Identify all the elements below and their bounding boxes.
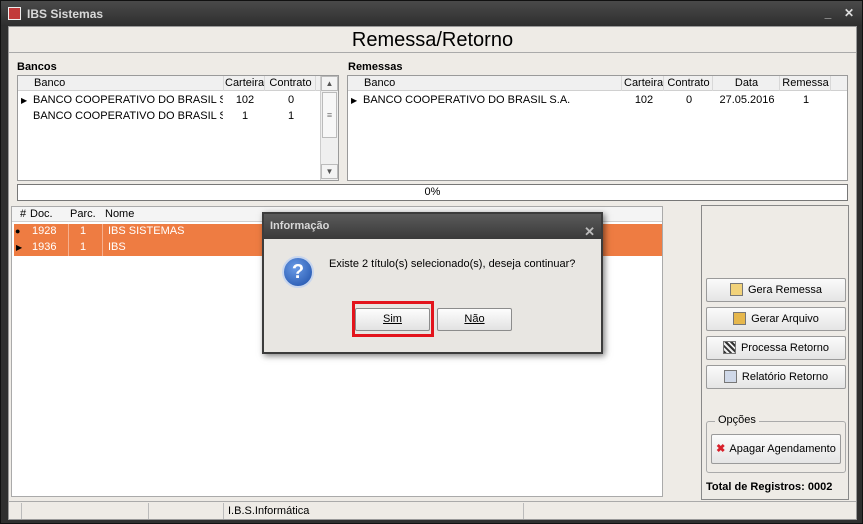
bancos-col-banco[interactable]: Banco <box>32 76 224 91</box>
status-pane-4 <box>523 503 856 519</box>
carteira-cell: 102 <box>634 94 654 106</box>
titulos-col-hash[interactable]: # <box>20 207 30 222</box>
delete-icon: ✖ <box>716 443 726 455</box>
table-row[interactable]: ▶ BANCO COOPERATIVO DO BRASIL S 102 0 <box>18 93 318 109</box>
contrato-cell: 0 <box>685 94 693 106</box>
row-pointer-icon: ▶ <box>351 96 358 105</box>
processa-retorno-label: Processa Retorno <box>740 342 830 354</box>
remessas-col-carteira[interactable]: Carteira <box>624 76 664 91</box>
apagar-agendamento-button[interactable]: ✖ Apagar Agendamento <box>711 434 841 464</box>
document-icon <box>730 283 743 296</box>
contrato-cell: 1 <box>287 110 295 122</box>
banco-cell: BANCO COOPERATIVO DO BRASIL S <box>33 110 223 122</box>
question-icon: ? <box>282 256 314 288</box>
close-button[interactable]: ✕ <box>842 6 856 20</box>
table-row[interactable]: BANCO COOPERATIVO DO BRASIL S 1 1 <box>18 109 318 125</box>
bancos-scrollbar[interactable]: ▲ ≡ ▼ <box>320 76 338 180</box>
total-registros: Total de Registros: 0002 <box>706 481 833 493</box>
scroll-thumb[interactable]: ≡ <box>322 92 337 138</box>
gerar-arquivo-button[interactable]: Gerar Arquivo <box>706 307 846 331</box>
gera-remessa-label: Gera Remessa <box>748 284 822 296</box>
parc-cell: 1 <box>80 225 87 237</box>
highlight-box <box>352 301 434 337</box>
remessas-label: Remessas <box>348 61 403 73</box>
remessas-header: Banco Carteira Contrato Data Remessa <box>348 76 847 91</box>
parc-cell: 1 <box>80 241 87 253</box>
cell-separator <box>102 240 103 256</box>
scroll-down-icon[interactable]: ▼ <box>321 164 338 179</box>
window-title: IBS Sistemas <box>27 7 104 21</box>
relatorio-retorno-label: Relatório Retorno <box>741 371 829 383</box>
barcode-icon <box>722 341 736 354</box>
bancos-header: Banco Carteira Contrato <box>18 76 338 91</box>
printer-icon <box>723 370 737 383</box>
remessas-col-banco[interactable]: Banco <box>362 76 622 91</box>
nao-button[interactable]: Não <box>437 308 512 331</box>
dialog-title-bar[interactable]: Informação ✕ <box>264 214 601 239</box>
nao-label: Não <box>464 313 485 325</box>
remessas-col-contrato[interactable]: Contrato <box>665 76 713 91</box>
remessas-col-remessa[interactable]: Remessa <box>781 76 831 91</box>
dialog-title: Informação <box>270 220 330 232</box>
main-window: IBS Sistemas _ ✕ Remessa/Retorno Bancos … <box>0 0 863 524</box>
doc-cell: 1936 <box>32 241 57 253</box>
cell-separator <box>102 224 103 240</box>
status-bar: I.B.S.Informática <box>9 501 856 519</box>
dialog-message: Existe 2 título(s) selecionado(s), desej… <box>329 258 576 270</box>
gera-remessa-button[interactable]: Gera Remessa <box>706 278 846 302</box>
status-pane-2 <box>148 503 223 519</box>
bancos-label: Bancos <box>17 61 57 73</box>
scroll-up-icon[interactable]: ▲ <box>321 76 338 91</box>
titulos-col-parc[interactable]: Parc. <box>70 207 100 222</box>
remessas-col-data[interactable]: Data <box>714 76 780 91</box>
opcoes-legend: Opções <box>715 414 759 426</box>
relatorio-retorno-button[interactable]: Relatório Retorno <box>706 365 846 389</box>
remessas-grid[interactable]: Banco Carteira Contrato Data Remessa ▶ B… <box>347 75 848 181</box>
row-pointer-icon: ▶ <box>16 243 23 252</box>
apagar-agendamento-label: Apagar Agendamento <box>729 443 836 455</box>
page-title: Remessa/Retorno <box>9 27 856 53</box>
status-company: I.B.S.Informática <box>223 503 523 519</box>
app-icon <box>8 7 21 20</box>
row-current-icon: ● <box>15 226 21 236</box>
titulos-col-doc[interactable]: Doc. <box>30 207 66 222</box>
cell-separator <box>68 240 69 256</box>
actions-panel: Gera Remessa Gerar Arquivo Processa Reto… <box>701 205 849 500</box>
remessa-cell: 1 <box>802 94 810 106</box>
status-pane-1 <box>21 503 148 519</box>
file-icon <box>733 312 747 325</box>
confirm-dialog: Informação ✕ ? Existe 2 título(s) seleci… <box>262 212 603 354</box>
dialog-close-icon[interactable]: ✕ <box>584 219 595 244</box>
carteira-cell: 102 <box>235 94 255 106</box>
banco-cell: BANCO COOPERATIVO DO BRASIL S.A. <box>363 94 571 106</box>
carteira-cell: 1 <box>241 110 249 122</box>
bancos-grid[interactable]: Banco Carteira Contrato ▶ BANCO COOPERAT… <box>17 75 339 181</box>
bancos-col-contrato[interactable]: Contrato <box>266 76 316 91</box>
bancos-col-carteira[interactable]: Carteira <box>225 76 265 91</box>
contrato-cell: 0 <box>287 94 295 106</box>
row-pointer-icon: ▶ <box>21 96 28 105</box>
minimize-button[interactable]: _ <box>821 6 835 20</box>
processa-retorno-button[interactable]: Processa Retorno <box>706 336 846 360</box>
gerar-arquivo-label: Gerar Arquivo <box>751 313 819 325</box>
titulos-col-nome[interactable]: Nome <box>105 207 255 222</box>
cell-separator <box>68 224 69 240</box>
banco-cell: BANCO COOPERATIVO DO BRASIL S <box>33 94 223 106</box>
opcoes-group: Opções ✖ Apagar Agendamento <box>706 414 846 473</box>
progress-bar: 0% <box>17 184 848 201</box>
title-bar[interactable]: IBS Sistemas _ ✕ <box>1 1 862 26</box>
data-cell: 27.05.2016 <box>719 94 775 106</box>
doc-cell: 1928 <box>32 225 57 237</box>
table-row[interactable]: ▶ BANCO COOPERATIVO DO BRASIL S.A. 102 0… <box>348 93 832 109</box>
